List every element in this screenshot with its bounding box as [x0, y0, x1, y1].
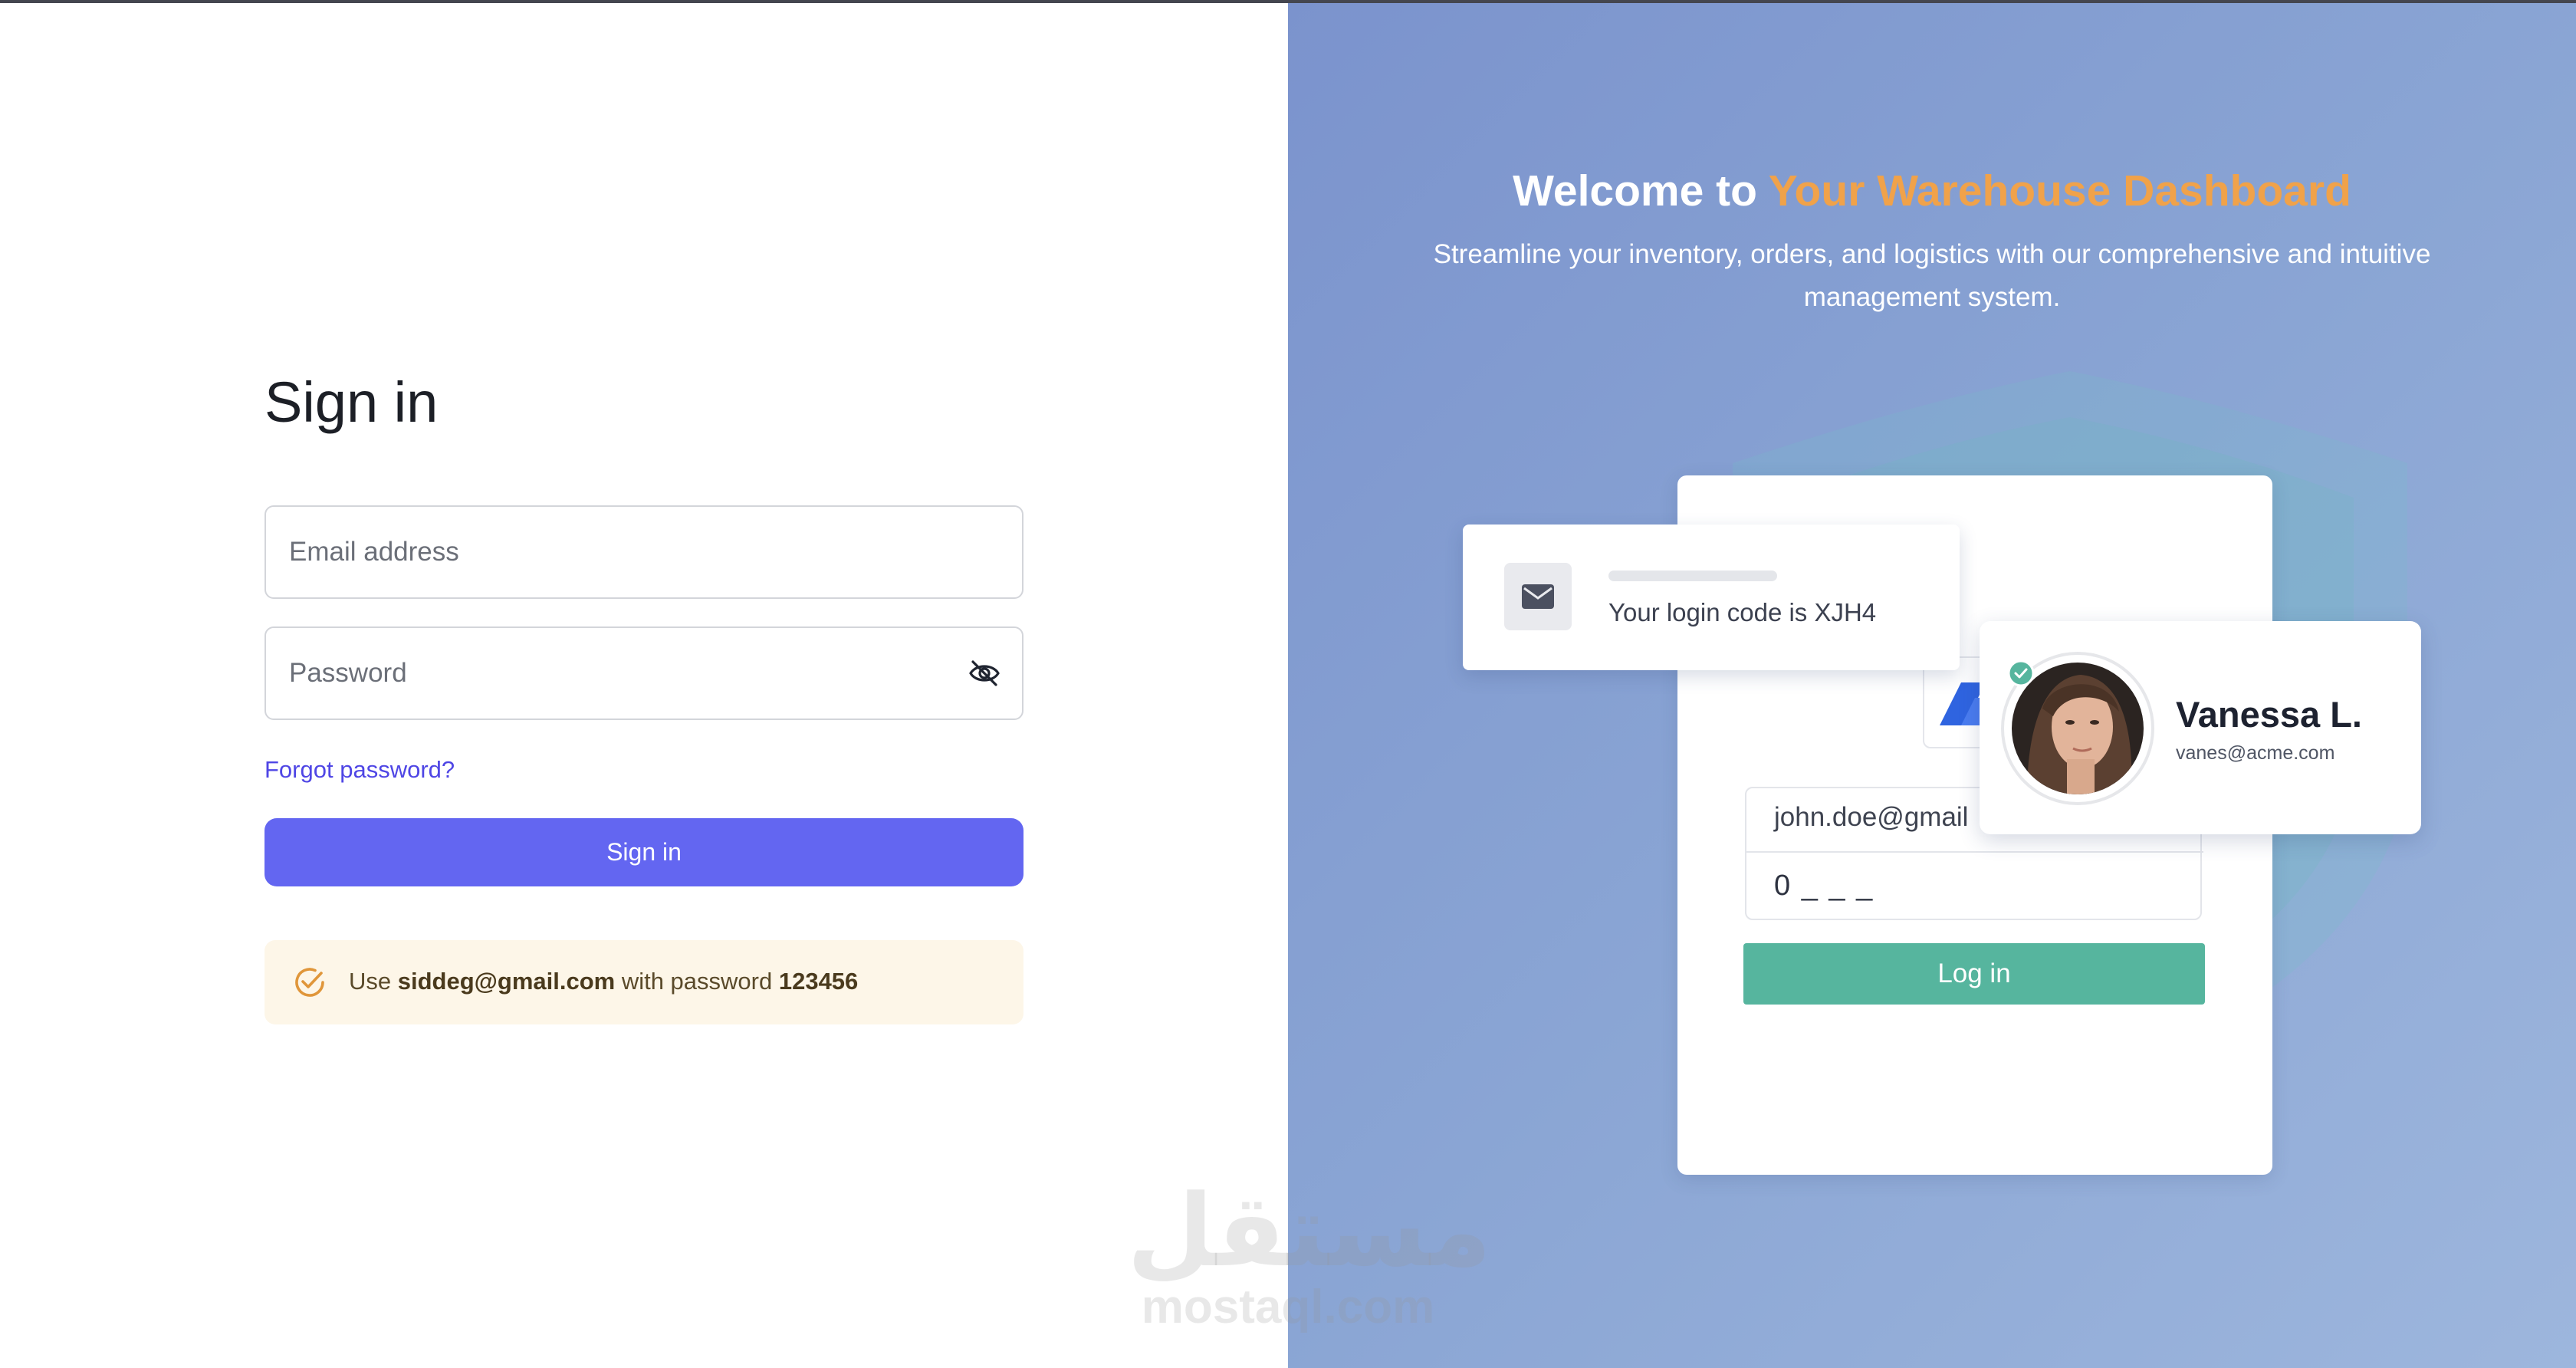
profile-name: Vanessa L. — [2176, 694, 2362, 735]
hint-prefix: Use — [349, 968, 398, 995]
promo-panel: Welcome to Your Warehouse Dashboard Stre… — [1288, 3, 2576, 1368]
notification-placeholder-bar — [1608, 571, 1777, 581]
page-title: Sign in — [264, 370, 439, 434]
email-field[interactable] — [264, 505, 1024, 599]
hint-email: siddeg@gmail.com — [397, 968, 616, 995]
signin-panel: Sign in Forgot password? Sign in — [0, 3, 1288, 1368]
verified-check-icon — [2007, 659, 2035, 687]
demo-credentials-hint: Use siddeg@gmail.com with password 12345… — [264, 940, 1024, 1024]
headline-prefix: Welcome to — [1513, 166, 1769, 215]
mockup-login-button: Log in — [1743, 943, 2205, 1005]
mockup-email-value: john.doe@gmail — [1774, 802, 1969, 832]
profile-card: Vanessa L. vanes@acme.com — [1980, 621, 2421, 834]
login-code-notification: Your login code is XJH4 — [1463, 525, 1960, 670]
sign-in-button[interactable]: Sign in — [264, 818, 1024, 886]
mail-icon — [1504, 563, 1572, 630]
notification-message: Your login code is XJH4 — [1608, 598, 1877, 626]
promo-subline: Streamline your inventory, orders, and l… — [1433, 239, 2431, 312]
check-circle-icon — [292, 965, 327, 1000]
eye-off-icon[interactable] — [968, 659, 1001, 687]
promo-headline: Welcome to Your Warehouse Dashboard — [1288, 166, 2576, 216]
headline-highlight: Your Warehouse Dashboard — [1768, 166, 2351, 215]
password-field[interactable] — [264, 626, 1024, 720]
top-border — [0, 0, 2576, 3]
mockup-divider — [1746, 851, 2203, 853]
mockup-code-value: 0 _ _ _ — [1774, 870, 1875, 902]
forgot-password-link[interactable]: Forgot password? — [264, 756, 455, 784]
hint-text: Use siddeg@gmail.com with password 12345… — [349, 968, 858, 995]
hint-password: 123456 — [778, 968, 859, 995]
email-input[interactable] — [289, 507, 964, 597]
profile-email: vanes@acme.com — [2176, 742, 2335, 764]
hint-middle: with password — [615, 968, 779, 995]
password-input[interactable] — [289, 628, 964, 719]
